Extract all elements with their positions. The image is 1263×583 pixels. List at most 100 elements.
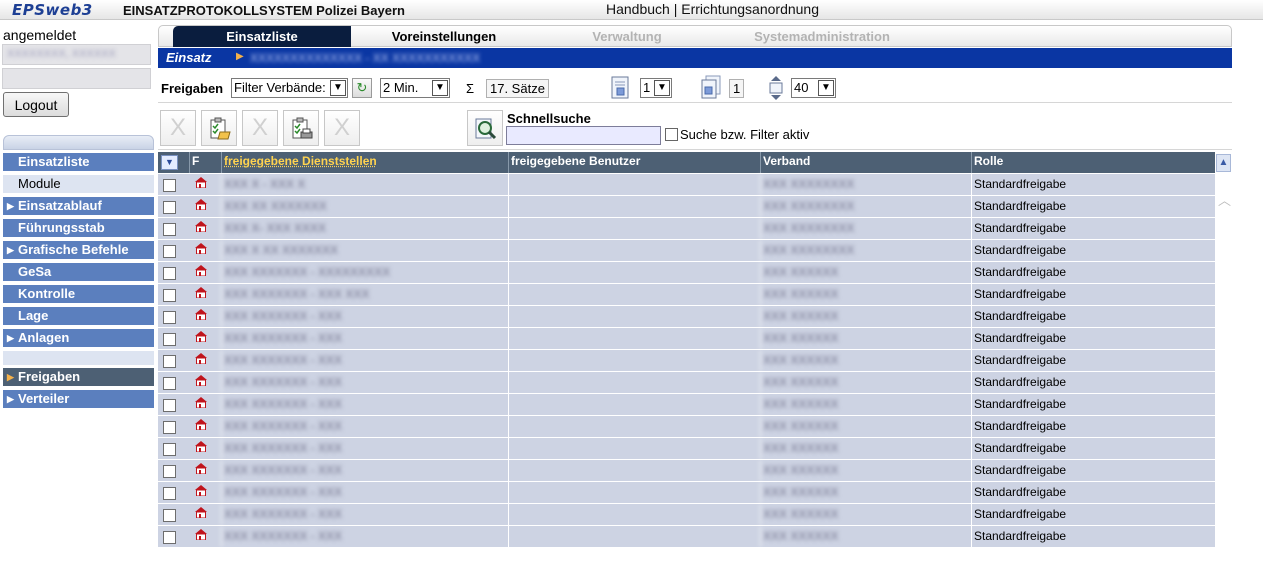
house-icon[interactable]	[195, 331, 207, 342]
row-checkbox[interactable]	[163, 421, 176, 434]
filter-active-checkbox[interactable]	[665, 128, 678, 141]
cell-dienststelle: XXX X- XXX XXXX	[221, 218, 508, 239]
tab-0[interactable]: Einsatzliste	[173, 26, 351, 47]
quicksearch-input[interactable]	[506, 126, 661, 145]
row-checkbox[interactable]	[163, 531, 176, 544]
page-size-select[interactable]: 40 ▼	[791, 78, 836, 98]
menu-item[interactable]: ▶ Grafische Befehle	[3, 241, 154, 259]
house-icon[interactable]	[195, 199, 207, 210]
cell-rolle: Standardfreigabe	[971, 394, 1215, 415]
print-button[interactable]	[283, 110, 319, 146]
tab-1[interactable]: Voreinstellungen	[351, 26, 537, 47]
row-checkbox[interactable]	[163, 443, 176, 456]
menu-item[interactable]: Lage	[3, 307, 154, 325]
errichtungsanordnung-link[interactable]: Errichtungsanordnung	[681, 1, 819, 17]
scroll-up-button[interactable]: ▲	[1216, 154, 1231, 172]
house-icon[interactable]	[195, 177, 207, 188]
table-row[interactable]: XXX XXXXXXX - XXX XXX XXXXXX Standardfreig…	[158, 328, 1215, 350]
filter-verbaende-select[interactable]: Filter Verbände: ▼	[231, 78, 348, 98]
house-icon[interactable]	[195, 221, 207, 232]
menu-item[interactable]: GeSa	[3, 263, 154, 281]
row-checkbox[interactable]	[163, 289, 176, 302]
row-checkbox[interactable]	[163, 179, 176, 192]
row-checkbox[interactable]	[163, 311, 176, 324]
interval-select[interactable]: 2 Min. ▼	[380, 78, 450, 98]
scroll-top-icon[interactable]: ︿	[1218, 190, 1231, 209]
row-checkbox[interactable]	[163, 355, 176, 368]
row-checkbox[interactable]	[163, 465, 176, 478]
table-row[interactable]: XXX XXXXXXX - XXXXXXXXX XXX XXXXXX Standar…	[158, 262, 1215, 284]
row-checkbox[interactable]	[163, 201, 176, 214]
house-icon[interactable]	[195, 397, 207, 408]
cell-dienststelle: XXX XX XXXXXXX	[221, 196, 508, 217]
edit-button-disabled[interactable]: X	[242, 110, 278, 146]
house-icon[interactable]	[195, 419, 207, 430]
remove-button-disabled[interactable]: X	[324, 110, 360, 146]
quicksearch-button[interactable]	[467, 110, 503, 146]
row-checkbox[interactable]	[163, 399, 176, 412]
menu-item[interactable]: ▶ Einsatzablauf	[3, 197, 154, 215]
house-icon[interactable]	[195, 375, 207, 386]
house-icon[interactable]	[195, 485, 207, 496]
table-row[interactable]: XXX XXXXXXX - XXX XXX XXXXXX Standardfreig…	[158, 438, 1215, 460]
row-checkbox[interactable]	[163, 333, 176, 346]
row-checkbox[interactable]	[163, 377, 176, 390]
menu-item[interactable]: Kontrolle	[3, 285, 154, 303]
table-row[interactable]: XXX XXXXXXX - XXX XXX XXXXXX Standardfreig…	[158, 350, 1215, 372]
house-icon[interactable]	[195, 287, 207, 298]
new-freigabe-button[interactable]	[201, 110, 237, 146]
menu-item[interactable]: Führungsstab	[3, 219, 154, 237]
row-checkbox[interactable]	[163, 245, 176, 258]
house-icon[interactable]	[195, 463, 207, 474]
house-icon[interactable]	[195, 265, 207, 276]
select-all-checkbox[interactable]: ▼	[161, 155, 178, 170]
table-scrollbar[interactable]: ▲ ︿	[1216, 152, 1231, 583]
house-icon[interactable]	[195, 353, 207, 364]
col-verband[interactable]: Verband	[760, 152, 971, 173]
row-checkbox[interactable]	[163, 509, 176, 522]
table-row[interactable]: XXX XXXXXXX - XXX XXX XXXXXX Standardfreig…	[158, 504, 1215, 526]
tab-3[interactable]: Systemadministration	[717, 26, 927, 47]
table-row[interactable]: XXX X XX XXXXXXX XXX XXXXXXXX Standardfrei…	[158, 240, 1215, 262]
table-row[interactable]: XXX XXXXXXX - XXX XXX XXXXXX Standardfreig…	[158, 306, 1215, 328]
table-row[interactable]: XXX XX XXXXXXX XXX XXXXXXXX Standardfreiga…	[158, 196, 1215, 218]
house-icon[interactable]	[195, 507, 207, 518]
table-row[interactable]: XXX XXXXXXX - XXX XXX XXXXXX Standardfreig…	[158, 526, 1215, 548]
menu-item[interactable]: ▶ Freigaben	[3, 368, 154, 386]
table-row[interactable]: XXX X - XXX X XXX XXXXXXXX Standardfreigab…	[158, 174, 1215, 196]
cell-verband: XXX XXXXXX	[760, 372, 971, 393]
col-dienststellen[interactable]: freigegebene Dienststellen	[221, 152, 508, 173]
table-row[interactable]: XXX XXXXXXX - XXX XXX XXXXXX Standardfreig…	[158, 372, 1215, 394]
menu-item[interactable]: Einsatzliste	[3, 153, 154, 171]
filter-toolbar: Freigaben Filter Verbände: ▼ ↻ 2 Min. ▼ …	[158, 75, 1232, 103]
table-row[interactable]: XXX XXXXXXX - XXX XXX XXXXXX Standardfreig…	[158, 416, 1215, 438]
cell-dienststelle: XXX X - XXX X	[221, 174, 508, 195]
table-row[interactable]: XXX XXXXXXX - XXX XXX XXX XXXXXX Standardf…	[158, 284, 1215, 306]
handbuch-link[interactable]: Handbuch	[606, 1, 670, 17]
col-benutzer[interactable]: freigegebene Benutzer	[508, 152, 760, 173]
house-icon[interactable]	[195, 309, 207, 320]
row-checkbox[interactable]	[163, 487, 176, 500]
col-f[interactable]: F	[189, 152, 221, 173]
table-row[interactable]: XXX XXXXXXX - XXX XXX XXXXXX Standardfreig…	[158, 482, 1215, 504]
table-row[interactable]: XXX XXXXXXX - XXX XXX XXXXXX Standardfreig…	[158, 394, 1215, 416]
row-checkbox[interactable]	[163, 223, 176, 236]
col-rolle[interactable]: Rolle	[971, 152, 1215, 173]
page-select[interactable]: 1 ▼	[640, 78, 672, 98]
table-row[interactable]: XXX XXXXXXX - XXX XXX XXXXXX Standardfreig…	[158, 460, 1215, 482]
house-icon[interactable]	[195, 441, 207, 452]
menu-item[interactable]: Module	[3, 175, 154, 193]
refresh-button[interactable]: ↻	[352, 78, 372, 98]
refresh-icon: ↻	[356, 80, 368, 95]
menu-item[interactable]: ▶ Verteiler	[3, 390, 154, 408]
logout-button[interactable]: Logout	[3, 92, 69, 117]
delete-button-disabled[interactable]: X	[160, 110, 196, 146]
tab-2[interactable]: Verwaltung	[537, 26, 717, 47]
row-checkbox[interactable]	[163, 267, 176, 280]
table-row[interactable]: XXX X- XXX XXXX XXX XXXXXXXX Standardfreig…	[158, 218, 1215, 240]
cell-dienststelle: XXX XXXXXXX - XXX	[221, 416, 508, 437]
house-icon[interactable]	[195, 243, 207, 254]
menu-item[interactable]: ▶ Anlagen	[3, 329, 154, 347]
house-icon[interactable]	[195, 529, 207, 540]
cell-rolle: Standardfreigabe	[971, 350, 1215, 371]
